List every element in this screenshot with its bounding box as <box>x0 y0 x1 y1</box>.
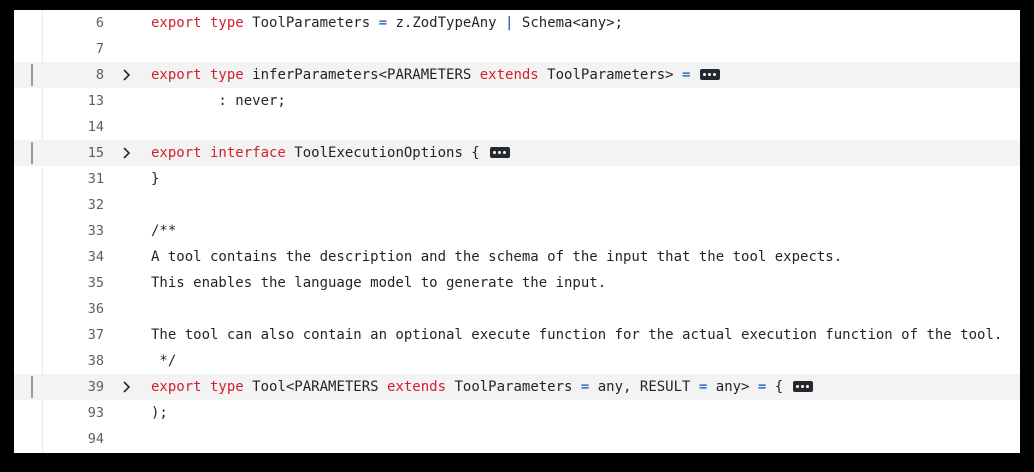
code-line: 6 export type ToolParameters = z.ZodTypeA… <box>14 10 1020 36</box>
code-text: export type inferParameters<PARAMETERS e… <box>151 62 721 88</box>
code-token: */ <box>151 353 177 369</box>
line-number: 94 <box>87 431 104 447</box>
code-line: 14 <box>14 114 1020 140</box>
code-token: ); <box>151 405 168 421</box>
code-line: 35 This enables the language model to gen… <box>14 270 1020 296</box>
line-number: 15 <box>87 145 104 161</box>
code-line: 33 /** <box>14 218 1020 244</box>
code-token: A tool contains the description and the … <box>151 249 843 265</box>
code-line: 94 <box>14 426 1020 452</box>
code-token: { <box>766 379 784 395</box>
line-number: 38 <box>87 353 104 369</box>
line-number: 93 <box>87 405 104 421</box>
code-line: 15 export interface ToolExecutionOptions … <box>14 140 1020 166</box>
line-number: 31 <box>87 171 104 187</box>
fold-marker <box>31 64 33 86</box>
line-number: 34 <box>87 249 104 265</box>
chevron-right-icon[interactable] <box>118 374 134 400</box>
code-token: This enables the language model to gener… <box>151 275 607 291</box>
ellipsis-icon[interactable] <box>489 147 510 158</box>
code-token: The tool can also contain an optional ex… <box>151 327 1003 343</box>
code-text: This enables the language model to gener… <box>151 270 606 296</box>
code-token: } <box>151 171 160 187</box>
code-token: /** <box>151 223 177 239</box>
line-number: 13 <box>87 93 104 109</box>
code-text: export type ToolParameters = z.ZodTypeAn… <box>151 10 623 36</box>
code-text: export type Tool<PARAMETERS extends Tool… <box>151 374 814 400</box>
code-token: Tool<PARAMETERS <box>252 379 388 395</box>
code-text: : never; <box>151 88 286 114</box>
line-number: 39 <box>87 379 104 395</box>
code-token: export type <box>151 67 253 83</box>
line-number: 36 <box>87 301 104 317</box>
code-line: 37 The tool can also contain an optional … <box>14 322 1020 348</box>
line-number: 37 <box>87 327 104 343</box>
ellipsis-icon[interactable] <box>700 69 721 80</box>
code-token: ToolParameters <box>252 15 379 31</box>
line-number: 7 <box>95 41 104 57</box>
code-token: ToolParameters> <box>538 67 683 83</box>
line-number: 35 <box>87 275 104 291</box>
code-token: any> <box>707 379 758 395</box>
chevron-right-icon[interactable] <box>118 62 134 88</box>
code-token: ToolParameters <box>446 379 581 395</box>
code-token: any, RESULT <box>589 379 699 395</box>
code-token: export type <box>151 379 253 395</box>
code-token: Schema<any>; <box>513 15 624 31</box>
line-number: 8 <box>95 67 104 83</box>
code-line: 7 <box>14 36 1020 62</box>
code-line: 34 A tool contains the description and th… <box>14 244 1020 270</box>
code-token: extends <box>387 379 447 395</box>
code-editor: 6 export type ToolParameters = z.ZodTypeA… <box>14 10 1020 453</box>
code-text: */ <box>151 348 176 374</box>
code-token: = <box>682 67 691 83</box>
code-text: export interface ToolExecutionOptions { <box>151 140 510 166</box>
code-token: z.ZodTypeAny <box>387 15 506 31</box>
code-line: 39 export type Tool<PARAMETERS extends To… <box>14 374 1020 400</box>
chevron-right-icon[interactable] <box>118 140 134 166</box>
code-text: /** <box>151 218 176 244</box>
code-token: inferParameters<PARAMETERS <box>252 67 480 83</box>
fold-marker <box>31 142 33 164</box>
code-line: 13 : never; <box>14 88 1020 114</box>
line-number: 33 <box>87 223 104 239</box>
code-text: ); <box>151 400 168 426</box>
code-line: 32 <box>14 192 1020 218</box>
ellipsis-icon[interactable] <box>793 381 814 392</box>
code-token: : never; <box>151 93 286 109</box>
line-number: 32 <box>87 197 104 213</box>
code-line: 36 <box>14 296 1020 322</box>
line-number: 6 <box>95 15 104 31</box>
code-token: export type <box>151 15 253 31</box>
code-token: extends <box>479 67 539 83</box>
line-number: 14 <box>87 119 104 135</box>
code-token: export interface <box>151 145 295 161</box>
fold-marker <box>31 376 33 398</box>
code-text: } <box>151 166 159 192</box>
code-token: = <box>378 15 388 31</box>
code-line: 93); <box>14 400 1020 426</box>
code-text: The tool can also contain an optional ex… <box>151 322 1002 348</box>
code-line: 38 */ <box>14 348 1020 374</box>
code-text: A tool contains the description and the … <box>151 244 842 270</box>
code-line: 31} <box>14 166 1020 192</box>
code-line: 8 export type inferParameters<PARAMETERS … <box>14 62 1020 88</box>
code-token: ToolExecutionOptions { <box>294 145 480 161</box>
